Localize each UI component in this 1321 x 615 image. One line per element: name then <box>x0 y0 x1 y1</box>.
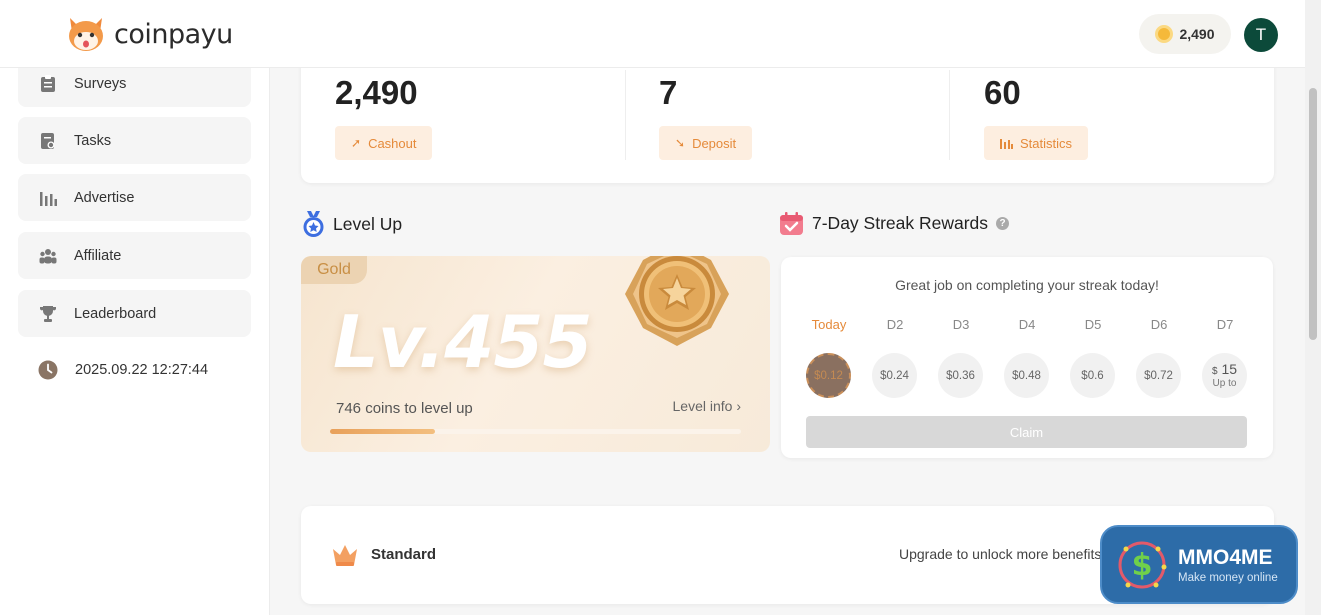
divider <box>625 70 626 160</box>
day-reward-final: $ 15 Up to <box>1202 353 1247 398</box>
stats-card: 2,490 ➚ Cashout 7 ➘ Deposit 60 Statistic… <box>301 56 1274 183</box>
level-card: Gold Lv.455 746 coins to level up Level … <box>301 256 770 452</box>
reward-value: $0.6 <box>1081 369 1104 382</box>
statistics-bars-icon <box>1000 139 1013 149</box>
day-label: D2 <box>886 317 904 332</box>
page-scrollbar[interactable] <box>1305 0 1321 615</box>
stat-statistics: 60 Statistics <box>984 74 1089 160</box>
sidebar-item-advertise[interactable]: Advertise <box>18 174 251 221</box>
button-label: Statistics <box>1020 135 1073 151</box>
button-label: Cashout <box>368 135 417 151</box>
level-note: 746 coins to level up <box>336 400 473 417</box>
level-progress-track <box>330 429 741 434</box>
reward-value: $0.48 <box>1012 369 1041 382</box>
day-reward: $0.48 <box>1004 353 1049 398</box>
calendar-check-icon <box>780 212 803 235</box>
reward-note: Up to <box>1212 378 1237 389</box>
day-reward-today: $0.12 <box>806 353 851 398</box>
button-label: Deposit <box>692 135 737 151</box>
stat-deposit: 7 ➘ Deposit <box>659 74 753 160</box>
reward-value: $0.12 <box>814 369 843 382</box>
clipboard-icon <box>41 74 55 92</box>
scrollbar-thumb[interactable] <box>1309 88 1317 340</box>
watermark-title: MMO4ME <box>1178 545 1273 569</box>
sidebar-item-leaderboard[interactable]: Leaderboard <box>18 290 251 337</box>
day-reward: $0.6 <box>1070 353 1115 398</box>
day-reward: $0.72 <box>1136 353 1181 398</box>
level-progress-fill <box>330 429 435 434</box>
streak-heading: 7-Day Streak Rewards ? <box>779 211 1010 236</box>
balance-pill[interactable]: 2,490 <box>1139 14 1231 54</box>
level-info-link[interactable]: Level info › <box>673 398 741 414</box>
day-label: D7 <box>1216 317 1234 332</box>
cashout-arrow-icon: ➚ <box>351 136 362 150</box>
sidebar-item-affiliate[interactable]: Affiliate <box>18 232 251 279</box>
sidebar-item-label: Leaderboard <box>74 305 157 322</box>
stat-value: 7 <box>659 74 678 111</box>
day-reward: $0.36 <box>938 353 983 398</box>
fox-mascot-icon <box>69 18 103 51</box>
reward-amount: 15 <box>1221 361 1238 377</box>
trophy-icon <box>40 305 56 322</box>
level-up-heading: Level Up <box>302 211 402 238</box>
claim-button[interactable]: Claim <box>806 416 1247 448</box>
reward-value: $0.36 <box>946 369 975 382</box>
sidebar-item-label: Surveys <box>74 75 127 92</box>
task-icon <box>41 132 55 149</box>
day-label: Today <box>811 317 847 332</box>
section-title-text: Level Up <box>333 214 403 234</box>
sidebar-item-label: Affiliate <box>74 247 122 264</box>
tier-badge: Gold <box>301 256 367 284</box>
mmo4me-watermark: $ MMO4ME Make money online <box>1100 525 1298 604</box>
crown-icon <box>333 545 357 566</box>
day-reward: $0.24 <box>872 353 917 398</box>
people-icon <box>39 248 57 263</box>
reward-value: $0.72 <box>1144 369 1173 382</box>
day-label: D5 <box>1084 317 1102 332</box>
balance-value: 2,490 <box>1179 26 1215 42</box>
gold-star-medal-icon <box>625 256 729 346</box>
section-title-text: 7-Day Streak Rewards <box>812 213 989 233</box>
stat-balance: 2,490 ➚ Cashout <box>335 74 433 160</box>
clock-icon <box>38 360 58 380</box>
upgrade-text: Upgrade to unlock more benefits <box>899 546 1102 562</box>
streak-message: Great job on completing your streak toda… <box>895 277 1159 293</box>
logo-text: coinpayu <box>114 18 233 50</box>
watermark-subtitle: Make money online <box>1178 571 1278 584</box>
reward-value: $0.24 <box>880 369 909 382</box>
day-label: D3 <box>952 317 970 332</box>
logo[interactable]: coinpayu <box>66 14 233 54</box>
stat-value: 60 <box>984 74 1021 111</box>
coin-icon <box>1155 25 1174 43</box>
help-icon[interactable]: ? <box>996 217 1010 230</box>
medal-icon <box>303 211 324 237</box>
streak-card: Great job on completing your streak toda… <box>781 257 1273 458</box>
divider <box>949 70 950 160</box>
dollar-stars-icon: $ <box>1118 541 1167 588</box>
stat-value: 2,490 <box>335 74 418 111</box>
avatar[interactable]: T <box>1244 18 1278 52</box>
level-number: Lv.455 <box>333 300 593 384</box>
server-time: 2025.09.22 12:27:44 <box>38 360 208 380</box>
svg-text:$: $ <box>1132 548 1153 583</box>
plan-name: Standard <box>371 546 437 563</box>
sidebar-item-label: Advertise <box>74 189 135 206</box>
statistics-button[interactable]: Statistics <box>984 126 1089 160</box>
sidebar-item-tasks[interactable]: Tasks <box>18 117 251 164</box>
bar-chart-icon <box>40 191 57 206</box>
datetime-text: 2025.09.22 12:27:44 <box>75 362 209 378</box>
deposit-arrow-icon: ➘ <box>675 136 686 150</box>
cashout-button[interactable]: ➚ Cashout <box>335 126 433 160</box>
sidebar-item-label: Tasks <box>74 132 112 149</box>
day-label: D6 <box>1150 317 1168 332</box>
sidebar: Surveys Tasks Advertise Affiliate Leader… <box>0 60 270 615</box>
top-header: coinpayu 2,490 T <box>0 0 1305 68</box>
reward-currency: $ <box>1211 366 1218 377</box>
day-label: D4 <box>1018 317 1036 332</box>
deposit-button[interactable]: ➘ Deposit <box>659 126 753 160</box>
